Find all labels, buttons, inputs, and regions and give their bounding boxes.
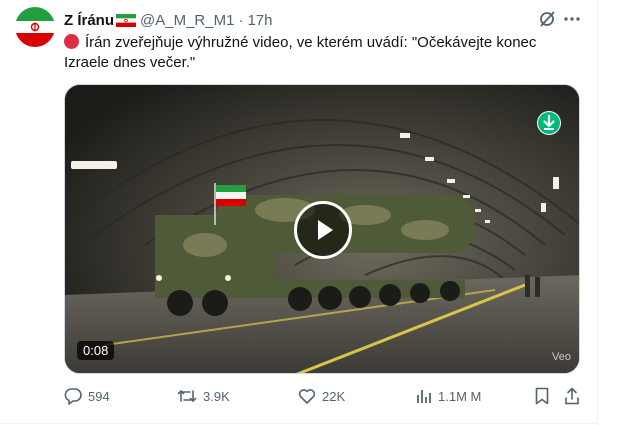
more-icon[interactable] [562,9,582,29]
share-button[interactable] [564,387,586,405]
views-icon [417,390,431,403]
iran-flag-emoji-icon [116,13,137,27]
like-count: 22K [322,388,346,404]
play-button[interactable] [294,201,352,259]
download-icon[interactable] [537,111,561,135]
reply-icon [64,388,82,405]
repost-count: 3.9K [203,388,230,404]
display-name[interactable]: Z Íránu [64,12,114,29]
column-divider [597,0,598,425]
video-player[interactable]: 0:08 Veo [64,84,580,374]
like-icon [298,389,316,404]
play-icon [318,220,333,240]
watermark: Veo [552,351,571,363]
tweet-divider [0,423,597,424]
video-duration: 0:08 [77,341,115,360]
tweet-header: Z Íránu @A_M_R_M1 · 17h [64,10,272,30]
reply-count: 594 [88,388,110,404]
reply-button[interactable]: 594 [64,387,110,405]
grok-icon[interactable] [537,9,557,29]
views-count: 1.1M M [438,388,482,404]
handle[interactable]: @A_M_R_M1 [140,12,234,29]
views-button[interactable]: 1.1M M [416,387,481,405]
iran-flag-avatar [15,7,55,47]
red-circle-icon [64,34,79,49]
share-icon [565,387,579,405]
repost-icon [177,390,197,402]
repost-button[interactable]: 3.9K [177,387,230,405]
action-bar: 594 3.9K 22K 1.1M M [64,387,584,407]
separator-dot: · [238,11,244,29]
like-button[interactable]: 22K [298,387,345,405]
avatar[interactable] [15,7,55,47]
timestamp[interactable]: 17h [247,12,272,29]
bookmark-icon [535,387,549,405]
tweet-text-container: Írán zveřejňuje výhružné video, ve které… [64,33,584,73]
tweet-text: Írán zveřejňuje výhružné video, ve které… [64,34,537,71]
bookmark-button[interactable] [534,387,556,405]
